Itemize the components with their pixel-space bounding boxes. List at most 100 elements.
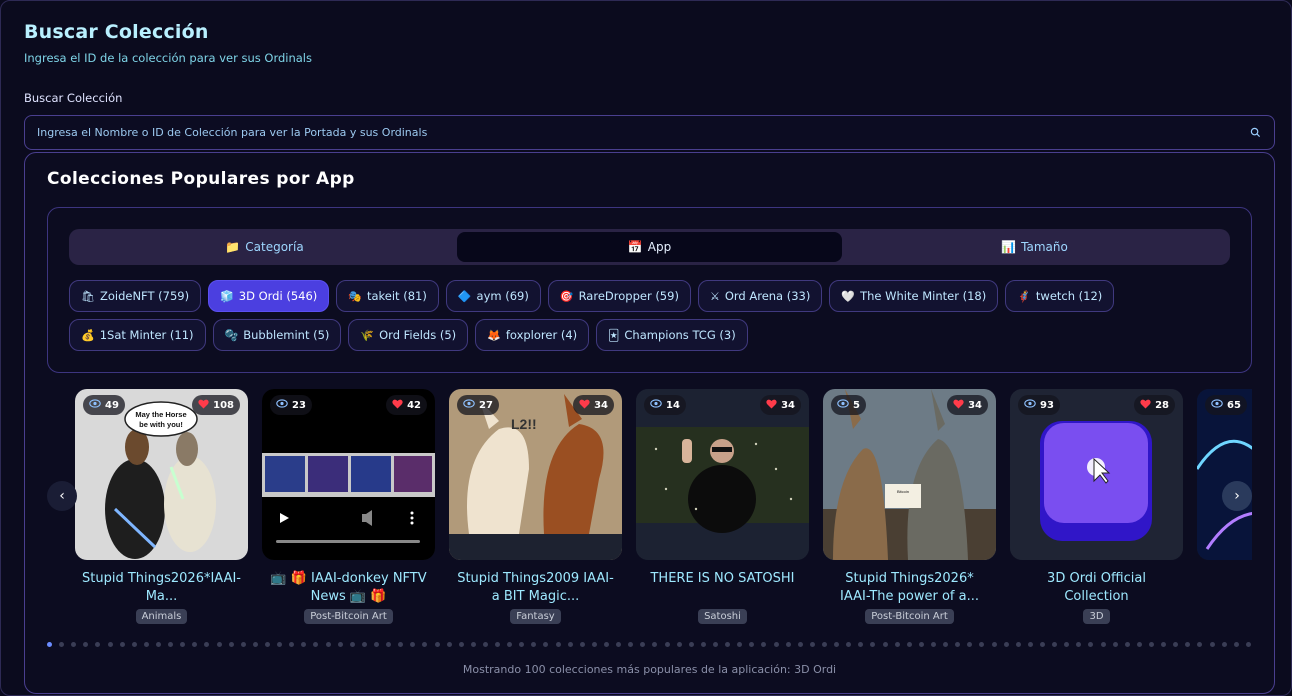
pagination-dot[interactable] (83, 642, 89, 647)
tab-categoría[interactable]: 📁 Categoría (72, 232, 457, 262)
pagination-dot[interactable] (410, 642, 416, 647)
pagination-dot[interactable] (458, 642, 464, 647)
pagination-dot[interactable] (1112, 642, 1118, 647)
pagination-dot[interactable] (1173, 642, 1179, 647)
pagination-dot[interactable] (252, 642, 258, 647)
app-chip[interactable]: 🔷 aym (69) (445, 280, 541, 312)
collection-card[interactable]: 14 34 THERE IS NO SATOSHI Satoshi (636, 389, 809, 624)
pagination-dot[interactable] (155, 642, 161, 647)
pagination-dot[interactable] (119, 642, 125, 647)
pagination-dot[interactable] (1197, 642, 1203, 647)
pagination-dot[interactable] (967, 642, 973, 647)
pagination-dot[interactable] (737, 642, 743, 647)
pagination-dot[interactable] (1015, 642, 1021, 647)
pagination-dot[interactable] (1064, 642, 1070, 647)
pagination-dot[interactable] (785, 642, 791, 647)
search-input[interactable] (37, 126, 1248, 139)
app-chip[interactable]: 🌾 Ord Fields (5) (348, 319, 469, 351)
pagination-dot[interactable] (555, 642, 561, 647)
pagination-dot[interactable] (1148, 642, 1154, 647)
pagination-dot[interactable] (579, 642, 585, 647)
pagination-dot[interactable] (604, 642, 610, 647)
collection-thumbnail[interactable]: 65 (1197, 389, 1252, 560)
app-chip[interactable]: 🦊 foxplorer (4) (475, 319, 590, 351)
likes-badge[interactable]: 42 (386, 395, 427, 415)
collection-card[interactable]: 93 28 3D Ordi Official Collection 3D (1010, 389, 1183, 624)
pagination-dot[interactable] (301, 642, 307, 647)
collection-card[interactable]: May the Horse be with you! 49 108 Stupid Thi… (75, 389, 248, 624)
tab-tamaño[interactable]: 📊 Tamaño (842, 232, 1227, 262)
pagination-dot[interactable] (700, 642, 706, 647)
likes-badge[interactable]: 34 (760, 395, 801, 415)
app-chip[interactable]: 🫧 Bubblemint (5) (212, 319, 342, 351)
pagination-dot[interactable] (1076, 642, 1082, 647)
pagination-dot[interactable] (955, 642, 961, 647)
search-box[interactable] (24, 115, 1275, 150)
pagination-dot[interactable] (1221, 642, 1227, 647)
collection-title[interactable]: Stupid Things2009 IAAI-a BIT Magic... (449, 570, 622, 606)
pagination-dot[interactable] (349, 642, 355, 647)
collection-thumbnail[interactable]: Bitcoin 5 34 (823, 389, 996, 560)
pagination-dot[interactable] (1027, 642, 1033, 647)
pagination-dot[interactable] (434, 642, 440, 647)
pagination-dot[interactable] (567, 642, 573, 647)
pagination-dot[interactable] (277, 642, 283, 647)
pagination-dot[interactable] (446, 642, 452, 647)
app-chip[interactable]: 🛍 ZoideNFT (759) (69, 280, 202, 312)
app-chip[interactable]: 💰 1Sat Minter (11) (69, 319, 206, 351)
likes-badge[interactable]: 34 (573, 395, 614, 415)
pagination-dot[interactable] (1088, 642, 1094, 647)
pagination-dot[interactable] (422, 642, 428, 647)
pagination-dot[interactable] (930, 642, 936, 647)
pagination-dot[interactable] (373, 642, 379, 647)
app-chip[interactable]: 🤍 The White Minter (18) (829, 280, 999, 312)
pagination-dot[interactable] (531, 642, 537, 647)
pagination-dot[interactable] (1039, 642, 1045, 647)
pagination-dot[interactable] (519, 642, 525, 647)
pagination-dot[interactable] (591, 642, 597, 647)
pagination-dot[interactable] (131, 642, 137, 647)
carousel-next-button[interactable]: › (1222, 481, 1252, 511)
pagination-dot[interactable] (773, 642, 779, 647)
collection-card[interactable]: L2!! 27 34 Stupid Things2009 IAAI-a BIT Mag… (449, 389, 622, 624)
pagination-dot[interactable] (870, 642, 876, 647)
collection-thumbnail[interactable]: 23 42 (262, 389, 435, 560)
pagination-dot[interactable] (749, 642, 755, 647)
collection-title[interactable]: 3D Ordi Official Collection (1010, 570, 1183, 606)
pagination-dot[interactable] (822, 642, 827, 647)
collection-thumbnail[interactable]: May the Horse be with you! 49 108 (75, 389, 248, 560)
pagination-dot[interactable] (688, 642, 694, 647)
pagination-dot[interactable] (761, 642, 767, 647)
pagination-dot[interactable] (95, 642, 101, 647)
pagination-dot[interactable] (228, 642, 234, 647)
pagination-dot[interactable] (289, 642, 295, 647)
likes-badge[interactable]: 108 (192, 395, 240, 415)
collection-title[interactable]: Stupid Things2026*IAAI-Ma... (75, 570, 248, 606)
pagination-dot[interactable] (906, 642, 912, 647)
pagination-dot[interactable] (204, 642, 210, 647)
pagination-dot[interactable] (216, 642, 222, 647)
pagination-dot[interactable] (1136, 642, 1142, 647)
pagination-dot[interactable] (797, 642, 803, 647)
collection-title[interactable]: THERE IS NO SATOSHI (636, 570, 809, 606)
app-chip[interactable]: ⚔ Ord Arena (33) (697, 280, 823, 312)
pagination-dot[interactable] (1100, 642, 1106, 647)
pagination-dot[interactable] (495, 642, 501, 647)
pagination-dot[interactable] (192, 642, 198, 647)
pagination-dot[interactable] (143, 642, 149, 647)
pagination-dot[interactable] (59, 642, 65, 647)
pagination-dot[interactable] (482, 642, 488, 647)
pagination-dot[interactable] (337, 642, 343, 647)
app-chip[interactable]: 🎭 takeit (81) (336, 280, 439, 312)
pagination-dot[interactable] (1124, 642, 1130, 647)
app-chip[interactable]: 🧊 3D Ordi (546) (208, 280, 330, 312)
collection-thumbnail[interactable]: 14 34 (636, 389, 809, 560)
app-chip[interactable]: 🃏 Champions TCG (3) (596, 319, 748, 351)
pagination-dot[interactable] (398, 642, 404, 647)
pagination-dot[interactable] (894, 642, 900, 647)
pagination-dot[interactable] (834, 642, 840, 647)
pagination-dot[interactable] (616, 642, 622, 647)
app-chip[interactable]: 🦸 twetch (12) (1005, 280, 1115, 312)
pagination-dot[interactable] (168, 642, 174, 647)
collection-title[interactable]: PXL... (1197, 570, 1252, 606)
